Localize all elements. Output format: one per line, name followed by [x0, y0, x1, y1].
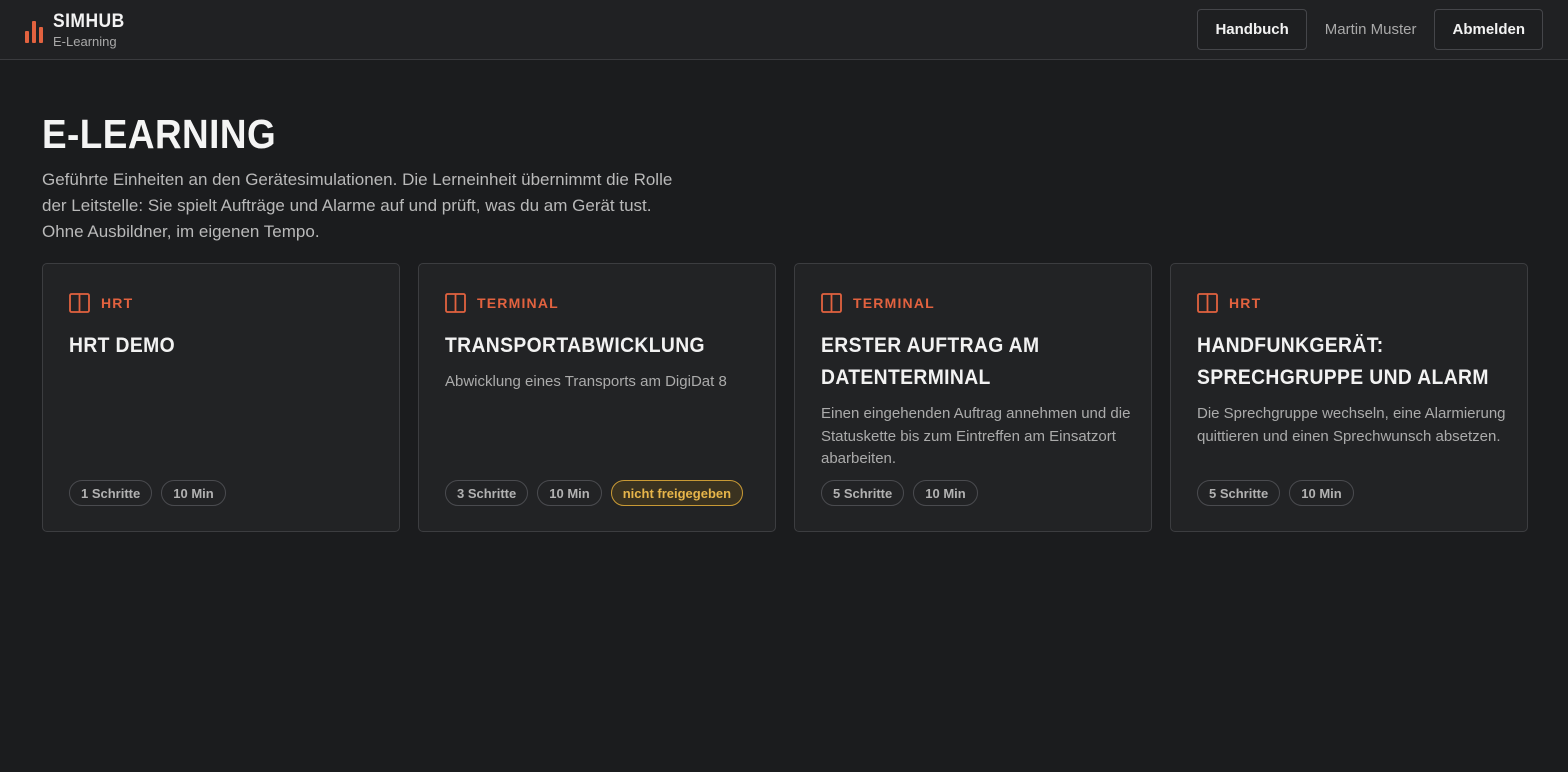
duration-badge: 10 Min	[913, 480, 978, 506]
duration-badge: 10 Min	[161, 480, 226, 506]
card-category-label: TERMINAL	[477, 295, 559, 311]
card-description: Die Sprechgruppe wechseln, eine Alarmier…	[1197, 405, 1506, 445]
card-category: HRT	[69, 292, 373, 314]
bar-chart-logo-icon	[25, 19, 43, 43]
page-intro: Geführte Einheiten an den Gerätesimulati…	[42, 170, 673, 241]
card-tags: 3 Schritte 10 Min nicht freigegeben	[445, 480, 744, 506]
brand-subtitle: E-Learning	[53, 33, 117, 49]
logout-button[interactable]: Abmelden	[1434, 9, 1543, 50]
card-category: TERMINAL	[445, 292, 749, 314]
main-content: E-LEARNING Geführte Einheiten an den Ger…	[0, 60, 1568, 532]
card-tags: 5 Schritte 10 Min	[821, 480, 978, 506]
card-description: Abwicklung eines Transports am DigiDat 8	[445, 373, 727, 390]
course-card[interactable]: TERMINAL TRANSPORTABWICKLUNG Abwicklung …	[418, 263, 776, 532]
user-name: Martin Muster	[1324, 21, 1417, 38]
duration-badge: 10 Min	[537, 480, 602, 506]
status-badge: nicht freigegeben	[610, 480, 744, 506]
duration-badge: 10 Min	[1289, 480, 1354, 506]
steps-badge: 3 Schritte	[445, 480, 529, 506]
book-icon	[69, 293, 90, 313]
course-card-list: HRT HRT DEMO 1 Schritte 10 Min TERMINAL …	[42, 263, 1528, 532]
steps-badge: 1 Schritte	[69, 480, 153, 506]
book-icon	[821, 293, 842, 313]
steps-badge: 5 Schritte	[1197, 480, 1281, 506]
course-card[interactable]: HRT HRT DEMO 1 Schritte 10 Min	[42, 263, 400, 532]
course-card[interactable]: HRT HANDFUNKGERÄT: SPRECHGRUPPE UND ALAR…	[1170, 263, 1528, 532]
header-actions: Handbuch Martin Muster Abmelden	[1197, 9, 1543, 50]
brand-text: SIMHUB E-Learning	[53, 12, 131, 48]
card-tags: 5 Schritte 10 Min	[1197, 480, 1354, 506]
card-category: HRT	[1197, 292, 1501, 314]
manual-button[interactable]: Handbuch	[1197, 9, 1307, 50]
top-bar: SIMHUB E-Learning Handbuch Martin Muster…	[0, 0, 1568, 60]
brand[interactable]: SIMHUB E-Learning	[25, 12, 131, 48]
card-tags: 1 Schritte 10 Min	[69, 480, 226, 506]
card-title: HANDFUNKGERÄT: SPRECHGRUPPE UND ALARM	[1197, 334, 1489, 389]
card-title: ERSTER AUFTRAG AM DATENTERMINAL	[821, 334, 1040, 389]
card-category-label: HRT	[1229, 295, 1262, 311]
book-icon	[1197, 293, 1218, 313]
card-category-label: HRT	[101, 295, 134, 311]
steps-badge: 5 Schritte	[821, 480, 905, 506]
card-title: HRT DEMO	[69, 334, 175, 357]
brand-title: SIMHUB	[53, 10, 125, 32]
course-card[interactable]: TERMINAL ERSTER AUFTRAG AM DATENTERMINAL…	[794, 263, 1152, 532]
page-title: E-LEARNING	[42, 111, 277, 157]
book-icon	[445, 293, 466, 313]
card-description: Einen eingehenden Auftrag annehmen und d…	[821, 405, 1131, 467]
card-category-label: TERMINAL	[853, 295, 935, 311]
card-category: TERMINAL	[821, 292, 1125, 314]
card-title: TRANSPORTABWICKLUNG	[445, 334, 705, 357]
